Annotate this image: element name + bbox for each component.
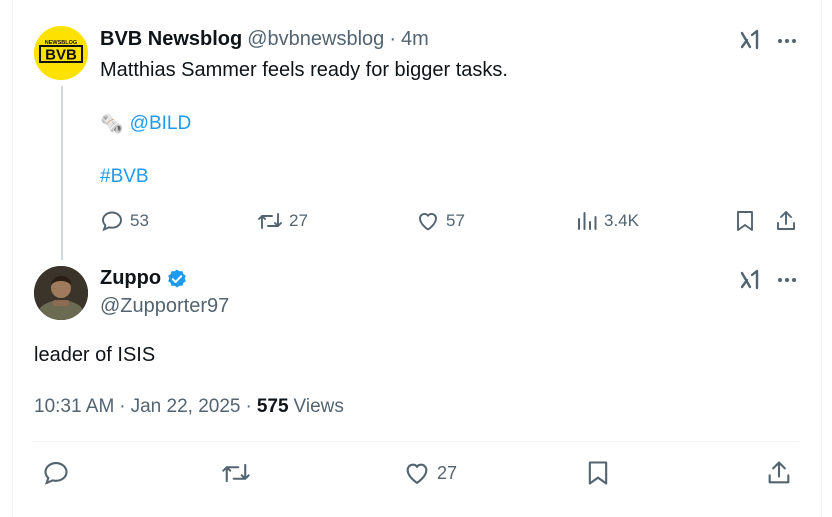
tweet2-views-count: 575 [256,396,289,417]
reply-icon [44,462,68,485]
tweet2-handle[interactable]: @Zupporter97 [100,295,229,318]
tweet2-like-button[interactable]: 27 [403,459,457,487]
tweet1-source-line: 🗞️ @BILD [100,112,191,136]
tweet2-views-label: Views [293,396,344,417]
tweet2-author-name[interactable]: Zuppo [100,267,161,290]
tweet1-reply-button[interactable]: 53 [100,209,149,233]
tweet1-repost-button[interactable]: 27 [257,209,308,233]
more-icon [778,39,796,43]
tweet2-text: leader of ISIS [34,344,156,366]
tweet1-like-count: 57 [446,211,465,230]
tweet1-bookmark-button[interactable] [733,209,757,233]
tweet2-name-row: Zuppo [100,267,188,290]
tweet2-divider [33,441,799,442]
tweet1-views-button[interactable]: 3.4K [576,209,639,233]
tweet1-views-count: 3.4K [604,211,639,230]
tweet1-text: Matthias Sammer feels ready for bigger t… [100,59,508,81]
newspaper-icon: 🗞️ [100,114,124,135]
zuppo-avatar-photo-icon [34,266,88,320]
tweet2-date[interactable]: Jan 22, 2025 [131,396,241,418]
tweet2-reply-button[interactable] [42,459,70,487]
like-icon [419,212,437,231]
tweet1-like-button[interactable]: 57 [416,209,465,233]
bookmark-icon [737,211,753,231]
tweet1-grok-button[interactable] [738,28,762,52]
tweet2-meta-line: 10:31 AM · Jan 22, 2025 · 575 Views [34,396,344,418]
grok-icon [740,29,759,50]
tweet1-header: BVB Newsblog @bvbnewsblog · 4m [100,28,429,51]
bookmark-icon [588,461,608,485]
tweet2-grok-button[interactable] [738,268,762,292]
grok-icon [740,269,759,290]
like-icon [406,463,428,484]
tweet1-source-mention[interactable]: @BILD [130,113,192,135]
tweet1-more-button[interactable] [775,30,799,52]
tweet2-repost-button[interactable] [220,459,252,487]
zuppo-avatar[interactable] [34,266,88,320]
tweet1-share-button[interactable] [774,209,798,233]
share-icon [777,211,795,230]
tweet2-dot1: · [119,396,126,417]
bvb-logo-main-text: BVB [45,47,77,64]
tweet2-dot2: · [245,396,252,417]
tweet1-separator: · [389,28,396,50]
bvb-logo-icon: NEWSBLOG BVB [39,40,83,64]
bvb-avatar[interactable]: NEWSBLOG BVB [34,26,88,80]
tweet1-time[interactable]: 4m [401,28,429,51]
more-icon [778,278,796,282]
tweet2-share-button[interactable] [765,459,793,487]
tweet2-like-count: 27 [437,462,458,483]
tweet1-handle[interactable]: @bvbnewsblog [247,28,384,51]
reply-icon [102,211,122,232]
views-icon [578,212,597,230]
repost-icon [222,463,250,483]
thread-connector-line [61,86,63,260]
verified-badge-icon [168,269,186,287]
tweet2-bookmark-button[interactable] [584,459,612,487]
tweet1-author-name[interactable]: BVB Newsblog [100,28,242,51]
tweet2-time[interactable]: 10:31 AM [34,396,114,418]
share-icon [768,461,790,484]
tweet2-more-button[interactable] [775,269,799,291]
tweet1-reply-count: 53 [130,211,149,230]
tweet1-hashtag[interactable]: #BVB [100,166,149,188]
tweet1-repost-count: 27 [289,211,308,230]
repost-icon [258,213,282,229]
